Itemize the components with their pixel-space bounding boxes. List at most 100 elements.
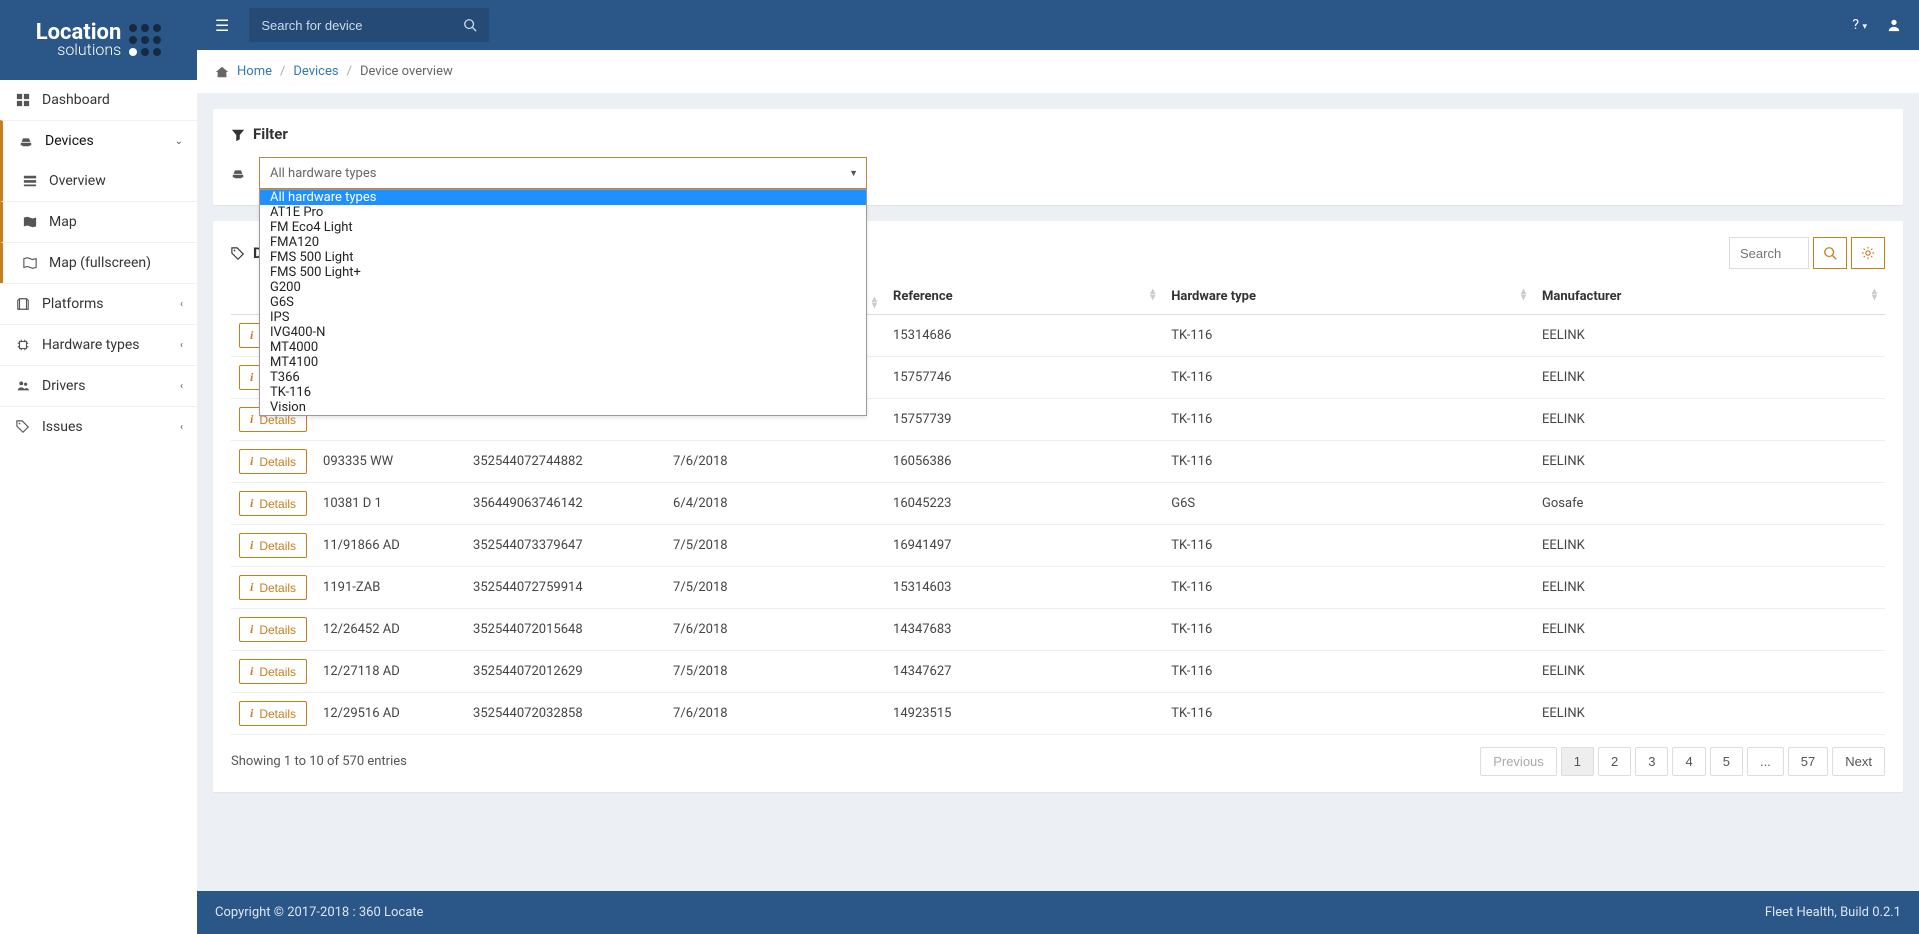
- table-info: Showing 1 to 10 of 570 entries: [231, 754, 407, 769]
- dropdown-option[interactable]: FMS 500 Light: [260, 250, 866, 265]
- filter-panel: Filter All hardware types ▼ All hardware…: [213, 109, 1903, 205]
- list-icon: [21, 173, 39, 189]
- dropdown-option[interactable]: Vision: [260, 400, 866, 415]
- dashboard-icon: [14, 92, 32, 108]
- nav-label: Hardware types: [42, 337, 139, 353]
- nav-dashboard[interactable]: Dashboard: [0, 80, 197, 120]
- cell-imei: 356449063746142: [465, 483, 665, 525]
- breadcrumb-home[interactable]: Home: [237, 64, 272, 79]
- dropdown-option[interactable]: FMA120: [260, 235, 866, 250]
- nav-devices[interactable]: Devices ⌄: [0, 120, 197, 161]
- cell-reference: 15314603: [885, 567, 1163, 609]
- page-number[interactable]: 57: [1788, 747, 1828, 776]
- table-row: iDetails 1191-ZAB 352544072759914 7/5/20…: [231, 567, 1885, 609]
- breadcrumb-devices[interactable]: Devices: [293, 64, 338, 79]
- cell-date: 7/6/2018: [665, 693, 885, 735]
- table-row: iDetails 093335 WW 352544072744882 7/6/2…: [231, 441, 1885, 483]
- col-hardware-type[interactable]: Hardware type▴▾: [1163, 279, 1534, 315]
- dropdown-option[interactable]: G200: [260, 280, 866, 295]
- help-menu[interactable]: ? ▾: [1852, 17, 1867, 33]
- nav-drivers[interactable]: Drivers ‹: [0, 365, 197, 406]
- info-icon: i: [250, 454, 253, 469]
- page-previous[interactable]: Previous: [1480, 747, 1557, 776]
- nav-label: Platforms: [42, 296, 104, 312]
- dropdown-option[interactable]: FMS 500 Light+: [260, 265, 866, 280]
- main-nav: Dashboard Devices ⌄ Overview Map Map (f: [0, 80, 197, 934]
- cell-manufacturer: Gosafe: [1534, 483, 1885, 525]
- dropdown-option[interactable]: MT4100: [260, 355, 866, 370]
- dropdown-option[interactable]: G6S: [260, 295, 866, 310]
- details-button[interactable]: iDetails: [239, 617, 307, 642]
- cell-manufacturer: EELINK: [1534, 399, 1885, 441]
- table-row: iDetails 10381 D 1 356449063746142 6/4/2…: [231, 483, 1885, 525]
- hardware-type-select[interactable]: All hardware types ▼: [259, 157, 867, 189]
- cell-reference: 15757739: [885, 399, 1163, 441]
- dropdown-option[interactable]: IVG400-N: [260, 325, 866, 340]
- dropdown-option[interactable]: FM Eco4 Light: [260, 220, 866, 235]
- page-number[interactable]: 4: [1672, 747, 1705, 776]
- nav-map[interactable]: Map: [0, 201, 197, 242]
- dropdown-option[interactable]: All hardware types: [260, 190, 866, 205]
- details-button[interactable]: iDetails: [239, 659, 307, 684]
- table-settings-button[interactable]: [1851, 237, 1885, 269]
- page-number[interactable]: 1: [1561, 747, 1594, 776]
- cell-date: 7/6/2018: [665, 609, 885, 651]
- dropdown-option[interactable]: IPS: [260, 310, 866, 325]
- nav-issues[interactable]: Issues ‹: [0, 406, 197, 447]
- cell-manufacturer: EELINK: [1534, 651, 1885, 693]
- nav-map-fullscreen[interactable]: Map (fullscreen): [0, 242, 197, 283]
- nav-hardware-types[interactable]: Hardware types ‹: [0, 324, 197, 365]
- page-next[interactable]: Next: [1832, 747, 1885, 776]
- global-search[interactable]: [249, 8, 489, 42]
- cell-name: 12/27118 AD: [315, 651, 465, 693]
- details-button[interactable]: iDetails: [239, 701, 307, 726]
- chevron-left-icon: ‹: [180, 422, 183, 433]
- cell-manufacturer: EELINK: [1534, 609, 1885, 651]
- nav-platforms[interactable]: Platforms ‹: [0, 283, 197, 324]
- page-number[interactable]: 3: [1635, 747, 1668, 776]
- user-menu[interactable]: [1887, 17, 1901, 33]
- menu-toggle-icon[interactable]: ☰: [215, 16, 229, 35]
- footer-left: Copyright © 2017-2018 : 360 Locate: [215, 905, 423, 920]
- dropdown-option[interactable]: TK-116: [260, 385, 866, 400]
- table-search-input[interactable]: [1729, 237, 1809, 269]
- nav-label: Drivers: [42, 378, 85, 394]
- breadcrumb-sep: /: [280, 64, 285, 79]
- chevron-down-icon: ⌄: [175, 136, 183, 147]
- brand-dots-icon: [129, 24, 161, 56]
- col-manufacturer[interactable]: Manufacturer▴▾: [1534, 279, 1885, 315]
- info-icon: i: [250, 622, 253, 637]
- cell-imei: 352544072759914: [465, 567, 665, 609]
- platforms-icon: [14, 296, 32, 312]
- sort-icon: ▴▾: [872, 297, 877, 309]
- table-search-button[interactable]: [1813, 237, 1847, 269]
- table-row: iDetails 12/26452 AD 352544072015648 7/6…: [231, 609, 1885, 651]
- dropdown-option[interactable]: MT4000: [260, 340, 866, 355]
- nav-label: Map (fullscreen): [49, 255, 151, 271]
- cell-name: 12/26452 AD: [315, 609, 465, 651]
- global-search-input[interactable]: [261, 18, 463, 33]
- search-icon[interactable]: [463, 17, 477, 33]
- footer-right: Fleet Health, Build 0.2.1: [1765, 905, 1901, 920]
- chevron-left-icon: ‹: [180, 340, 183, 351]
- details-button[interactable]: iDetails: [239, 575, 307, 600]
- col-reference[interactable]: Reference▴▾: [885, 279, 1163, 315]
- cell-date: 7/5/2018: [665, 525, 885, 567]
- details-button[interactable]: iDetails: [239, 491, 307, 516]
- dropdown-option[interactable]: AT1E Pro: [260, 205, 866, 220]
- users-icon: [14, 378, 32, 394]
- details-button[interactable]: iDetails: [239, 449, 307, 474]
- nav-label: Map: [49, 214, 77, 230]
- caret-down-icon: ▼: [849, 168, 858, 179]
- page-number[interactable]: 2: [1598, 747, 1631, 776]
- page-number[interactable]: 5: [1710, 747, 1743, 776]
- cell-date: 6/4/2018: [665, 483, 885, 525]
- filter-icon: [231, 125, 245, 143]
- sidebar: Location solutions Dashboard Devices ⌄: [0, 0, 197, 934]
- dropdown-option[interactable]: T366: [260, 370, 866, 385]
- cell-reference: 16056386: [885, 441, 1163, 483]
- cell-imei: 352544072032858: [465, 693, 665, 735]
- nav-overview[interactable]: Overview: [0, 161, 197, 201]
- details-button[interactable]: iDetails: [239, 533, 307, 558]
- map-fullscreen-icon: [21, 255, 39, 271]
